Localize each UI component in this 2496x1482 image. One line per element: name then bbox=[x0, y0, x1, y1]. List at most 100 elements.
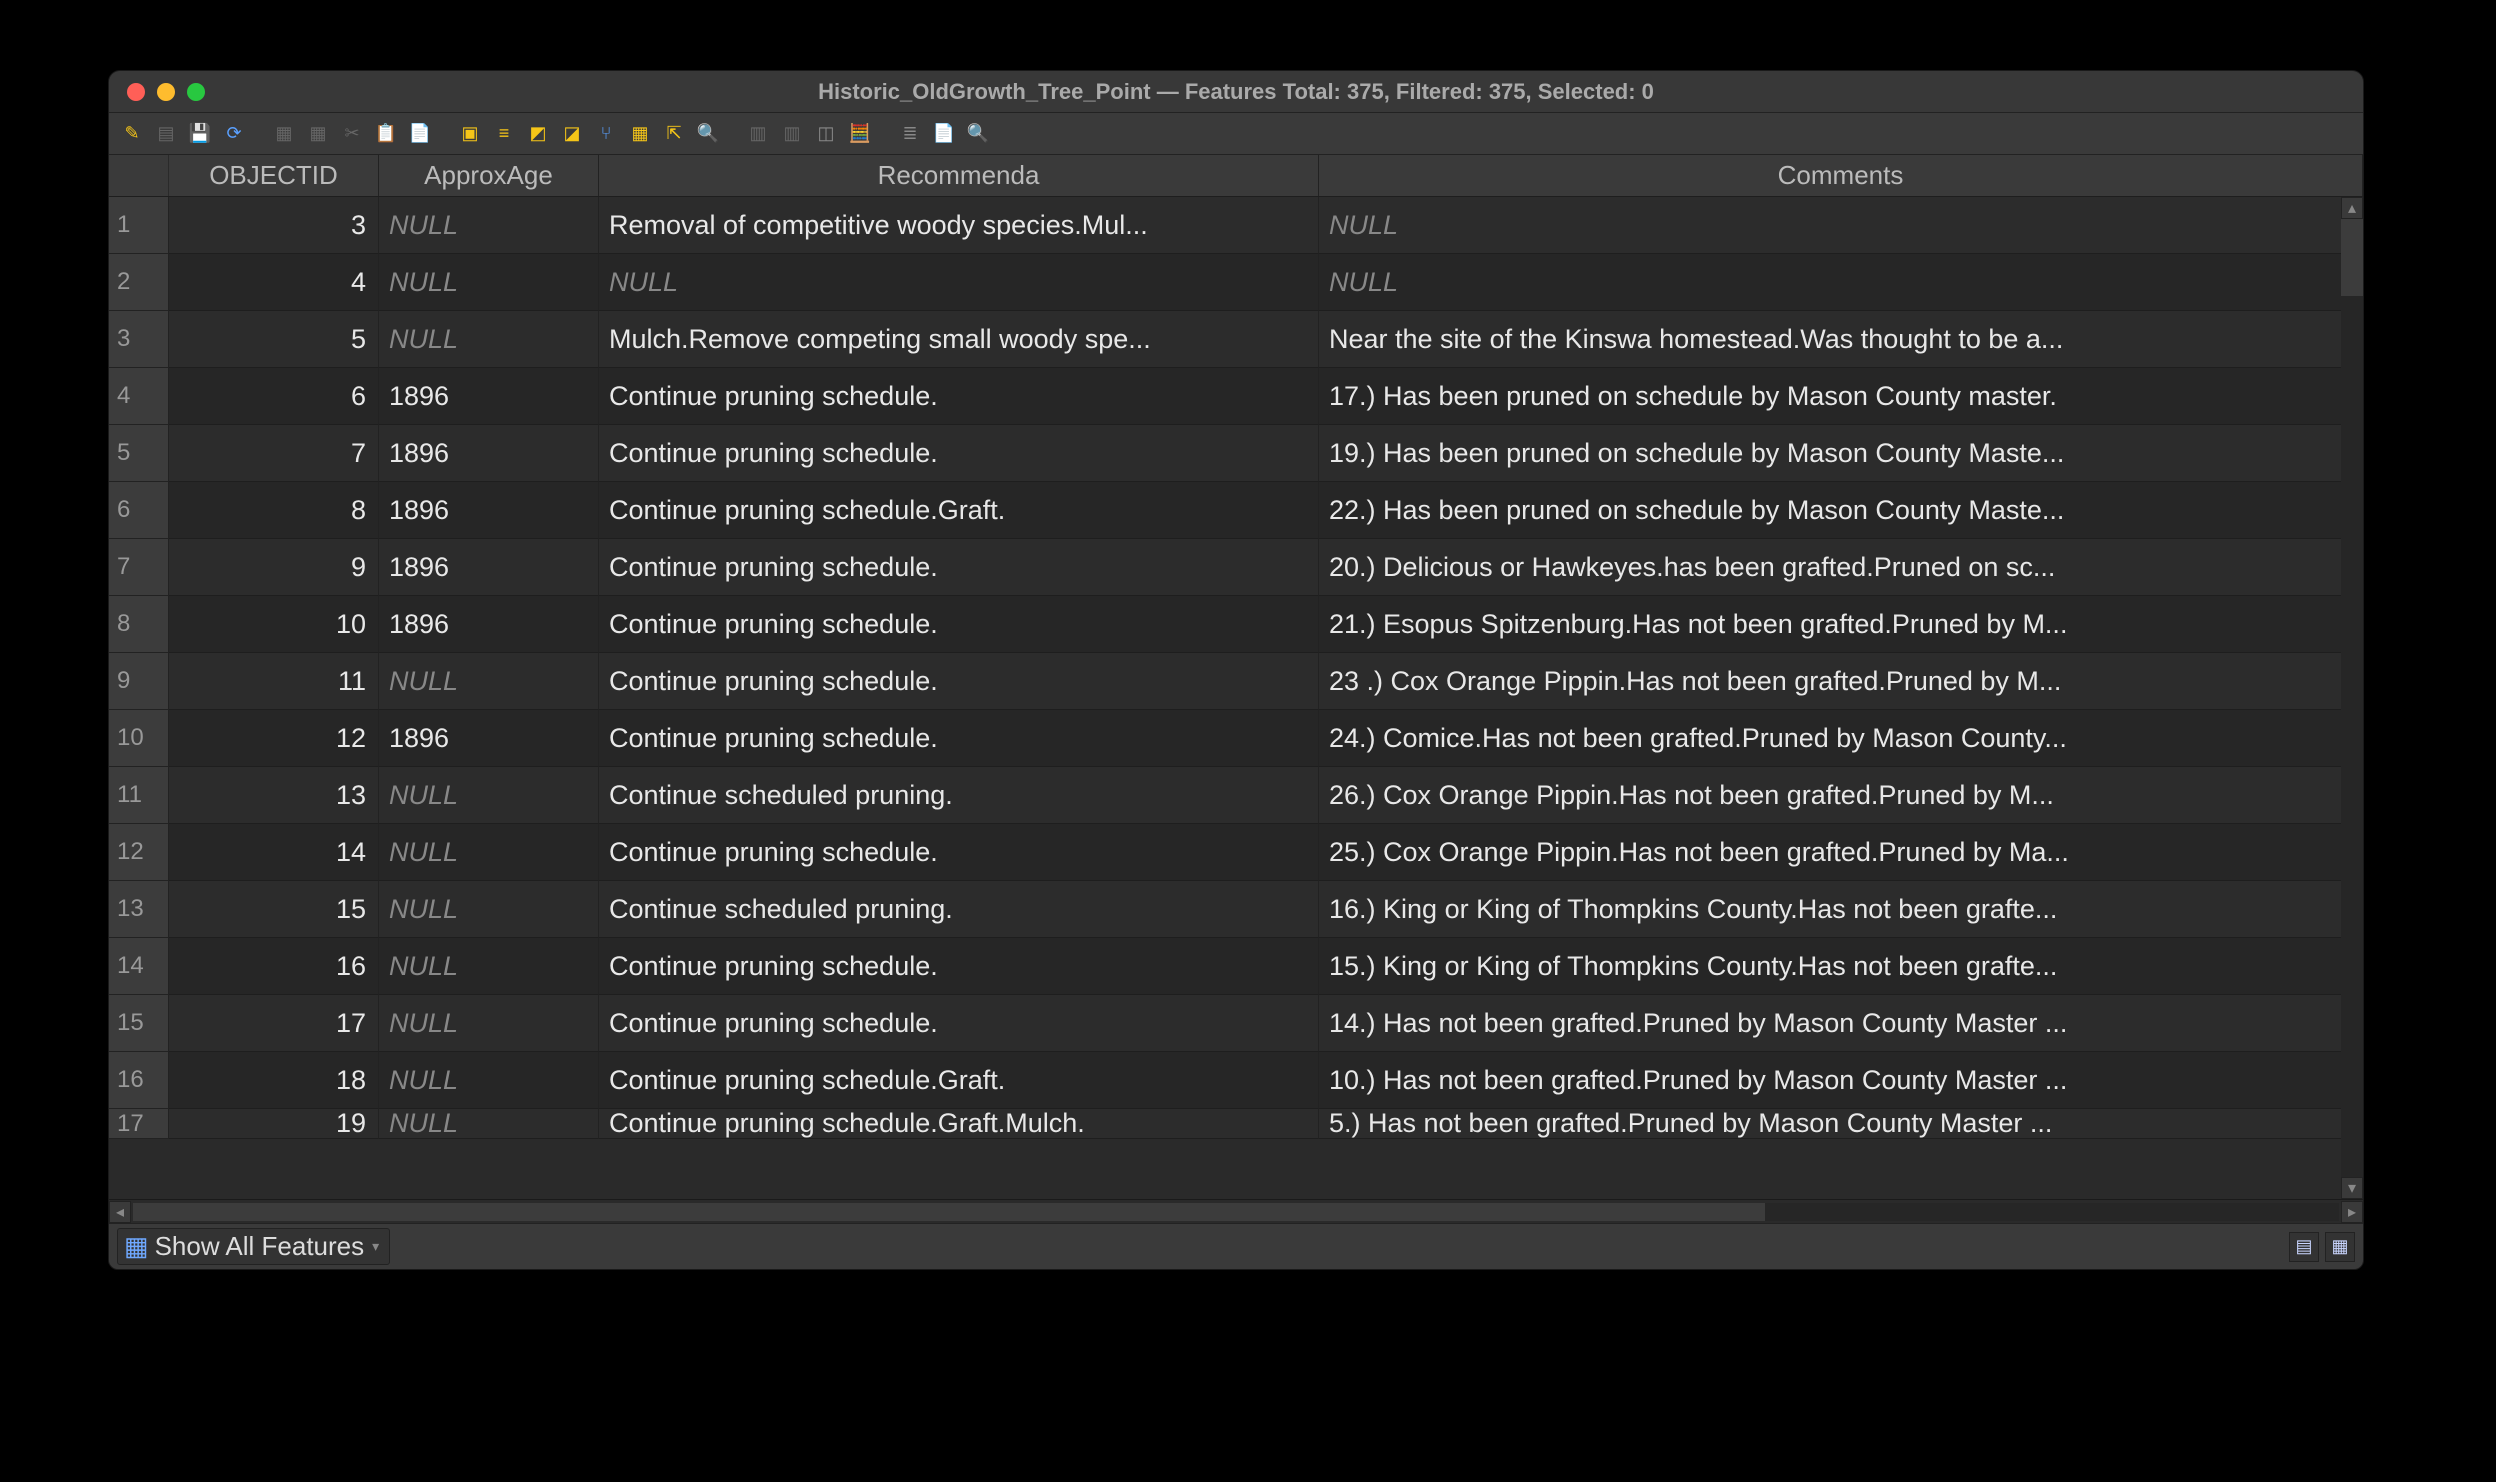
cell-recommenda[interactable]: Continue scheduled pruning. bbox=[599, 881, 1319, 938]
row-number[interactable]: 13 bbox=[109, 881, 169, 938]
reload-icon[interactable]: ⟳ bbox=[221, 121, 247, 147]
cell-approxage[interactable]: NULL bbox=[379, 1052, 599, 1109]
row-number[interactable]: 4 bbox=[109, 368, 169, 425]
table-row[interactable]: 13NULLRemoval of competitive woody speci… bbox=[109, 197, 2363, 254]
row-number[interactable]: 5 bbox=[109, 425, 169, 482]
cell-comments[interactable]: 23 .) Cox Orange Pippin.Has not been gra… bbox=[1319, 653, 2363, 710]
hscroll-track[interactable] bbox=[133, 1203, 2339, 1221]
close-icon[interactable] bbox=[127, 83, 145, 101]
cell-approxage[interactable]: 1896 bbox=[379, 425, 599, 482]
table-row[interactable]: 1416NULLContinue pruning schedule.15.) K… bbox=[109, 938, 2363, 995]
delete-field-icon[interactable]: ▥ bbox=[779, 121, 805, 147]
edit-toggle-icon[interactable]: ✎ bbox=[119, 121, 145, 147]
cell-recommenda[interactable]: Continue scheduled pruning. bbox=[599, 767, 1319, 824]
cell-comments[interactable]: 26.) Cox Orange Pippin.Has not been graf… bbox=[1319, 767, 2363, 824]
table-row[interactable]: 1517NULLContinue pruning schedule.14.) H… bbox=[109, 995, 2363, 1052]
cell-objectid[interactable]: 17 bbox=[169, 995, 379, 1052]
row-number[interactable]: 8 bbox=[109, 596, 169, 653]
row-number[interactable]: 1 bbox=[109, 197, 169, 254]
corner-cell[interactable] bbox=[109, 155, 169, 196]
cell-comments[interactable]: 5.) Has not been grafted.Pruned by Mason… bbox=[1319, 1109, 2363, 1139]
horizontal-scrollbar[interactable]: ◂ ▸ bbox=[109, 1199, 2363, 1223]
cell-comments[interactable]: 17.) Has been pruned on schedule by Maso… bbox=[1319, 368, 2363, 425]
table-row[interactable]: 8101896Continue pruning schedule.21.) Es… bbox=[109, 596, 2363, 653]
cell-objectid[interactable]: 10 bbox=[169, 596, 379, 653]
filter-icon[interactable]: ⑂ bbox=[593, 121, 619, 147]
cell-approxage[interactable]: NULL bbox=[379, 995, 599, 1052]
cell-recommenda[interactable]: Continue pruning schedule. bbox=[599, 710, 1319, 767]
cell-comments[interactable]: 15.) King or King of Thompkins County.Ha… bbox=[1319, 938, 2363, 995]
cell-approxage[interactable]: 1896 bbox=[379, 710, 599, 767]
cell-comments[interactable]: 10.) Has not been grafted.Pruned by Maso… bbox=[1319, 1052, 2363, 1109]
form-view-icon[interactable]: ▤ bbox=[2289, 1232, 2319, 1262]
table-row[interactable]: 1719NULLContinue pruning schedule.Graft.… bbox=[109, 1109, 2363, 1139]
row-number[interactable]: 10 bbox=[109, 710, 169, 767]
titlebar[interactable]: Historic_OldGrowth_Tree_Point — Features… bbox=[109, 71, 2363, 113]
header-recommenda[interactable]: Recommenda bbox=[599, 155, 1319, 196]
show-all-features-button[interactable]: ▦ Show All Features ▾ bbox=[117, 1228, 390, 1265]
cell-comments[interactable]: Near the site of the Kinswa homestead.Wa… bbox=[1319, 311, 2363, 368]
add-feature-icon[interactable]: ▦ bbox=[271, 121, 297, 147]
scroll-right-icon[interactable]: ▸ bbox=[2341, 1201, 2363, 1223]
cell-objectid[interactable]: 3 bbox=[169, 197, 379, 254]
cut-icon[interactable]: ✂ bbox=[339, 121, 365, 147]
cell-approxage[interactable]: NULL bbox=[379, 824, 599, 881]
cell-objectid[interactable]: 12 bbox=[169, 710, 379, 767]
table-row[interactable]: 1113NULLContinue scheduled pruning.26.) … bbox=[109, 767, 2363, 824]
cell-objectid[interactable]: 14 bbox=[169, 824, 379, 881]
table-row[interactable]: 1315NULLContinue scheduled pruning.16.) … bbox=[109, 881, 2363, 938]
cell-comments[interactable]: 14.) Has not been grafted.Pruned by Maso… bbox=[1319, 995, 2363, 1052]
cell-recommenda[interactable]: NULL bbox=[599, 254, 1319, 311]
cell-objectid[interactable]: 15 bbox=[169, 881, 379, 938]
cell-recommenda[interactable]: Continue pruning schedule. bbox=[599, 368, 1319, 425]
cell-approxage[interactable]: NULL bbox=[379, 197, 599, 254]
cell-approxage[interactable]: NULL bbox=[379, 881, 599, 938]
row-number[interactable]: 2 bbox=[109, 254, 169, 311]
cell-recommenda[interactable]: Continue pruning schedule.Graft. bbox=[599, 1052, 1319, 1109]
cell-approxage[interactable]: NULL bbox=[379, 254, 599, 311]
cell-objectid[interactable]: 8 bbox=[169, 482, 379, 539]
scroll-down-icon[interactable]: ▾ bbox=[2341, 1177, 2363, 1199]
cell-recommenda[interactable]: Removal of competitive woody species.Mul… bbox=[599, 197, 1319, 254]
table-row[interactable]: 571896Continue pruning schedule.19.) Has… bbox=[109, 425, 2363, 482]
scroll-thumb[interactable] bbox=[2341, 219, 2363, 296]
row-number[interactable]: 6 bbox=[109, 482, 169, 539]
table-view-icon[interactable]: ▦ bbox=[2325, 1232, 2355, 1262]
table-row[interactable]: 35NULLMulch.Remove competing small woody… bbox=[109, 311, 2363, 368]
header-objectid[interactable]: OBJECTID bbox=[169, 155, 379, 196]
cell-recommenda[interactable]: Continue pruning schedule. bbox=[599, 938, 1319, 995]
cell-objectid[interactable]: 13 bbox=[169, 767, 379, 824]
multi-edit-icon[interactable]: ▤ bbox=[153, 121, 179, 147]
row-number[interactable]: 16 bbox=[109, 1052, 169, 1109]
organize-columns-icon[interactable]: ◫ bbox=[813, 121, 839, 147]
cell-objectid[interactable]: 6 bbox=[169, 368, 379, 425]
row-number[interactable]: 11 bbox=[109, 767, 169, 824]
header-approxage[interactable]: ApproxAge bbox=[379, 155, 599, 196]
cell-comments[interactable]: 25.) Cox Orange Pippin.Has not been graf… bbox=[1319, 824, 2363, 881]
scroll-track[interactable] bbox=[2341, 219, 2363, 1177]
table-row[interactable]: 461896Continue pruning schedule.17.) Has… bbox=[109, 368, 2363, 425]
table-row[interactable]: 1618NULLContinue pruning schedule.Graft.… bbox=[109, 1052, 2363, 1109]
cell-approxage[interactable]: 1896 bbox=[379, 596, 599, 653]
actions-icon[interactable]: 📄 bbox=[931, 121, 957, 147]
select-expression-icon[interactable]: ▣ bbox=[457, 121, 483, 147]
new-field-icon[interactable]: ▥ bbox=[745, 121, 771, 147]
cell-recommenda[interactable]: Continue pruning schedule. bbox=[599, 425, 1319, 482]
table-row[interactable]: 24NULLNULLNULL bbox=[109, 254, 2363, 311]
cell-approxage[interactable]: NULL bbox=[379, 767, 599, 824]
select-all-icon[interactable]: ≡ bbox=[491, 121, 517, 147]
table-row[interactable]: 1214NULLContinue pruning schedule.25.) C… bbox=[109, 824, 2363, 881]
row-number[interactable]: 12 bbox=[109, 824, 169, 881]
cell-recommenda[interactable]: Continue pruning schedule. bbox=[599, 995, 1319, 1052]
cell-comments[interactable]: 20.) Delicious or Hawkeyes.has been graf… bbox=[1319, 539, 2363, 596]
cell-objectid[interactable]: 7 bbox=[169, 425, 379, 482]
cell-objectid[interactable]: 5 bbox=[169, 311, 379, 368]
cell-comments[interactable]: 19.) Has been pruned on schedule by Maso… bbox=[1319, 425, 2363, 482]
cell-comments[interactable]: 21.) Esopus Spitzenburg.Has not been gra… bbox=[1319, 596, 2363, 653]
cell-approxage[interactable]: 1896 bbox=[379, 539, 599, 596]
invert-selection-icon[interactable]: ◩ bbox=[525, 121, 551, 147]
cell-objectid[interactable]: 16 bbox=[169, 938, 379, 995]
cell-approxage[interactable]: NULL bbox=[379, 653, 599, 710]
cell-comments[interactable]: NULL bbox=[1319, 254, 2363, 311]
row-number[interactable]: 9 bbox=[109, 653, 169, 710]
